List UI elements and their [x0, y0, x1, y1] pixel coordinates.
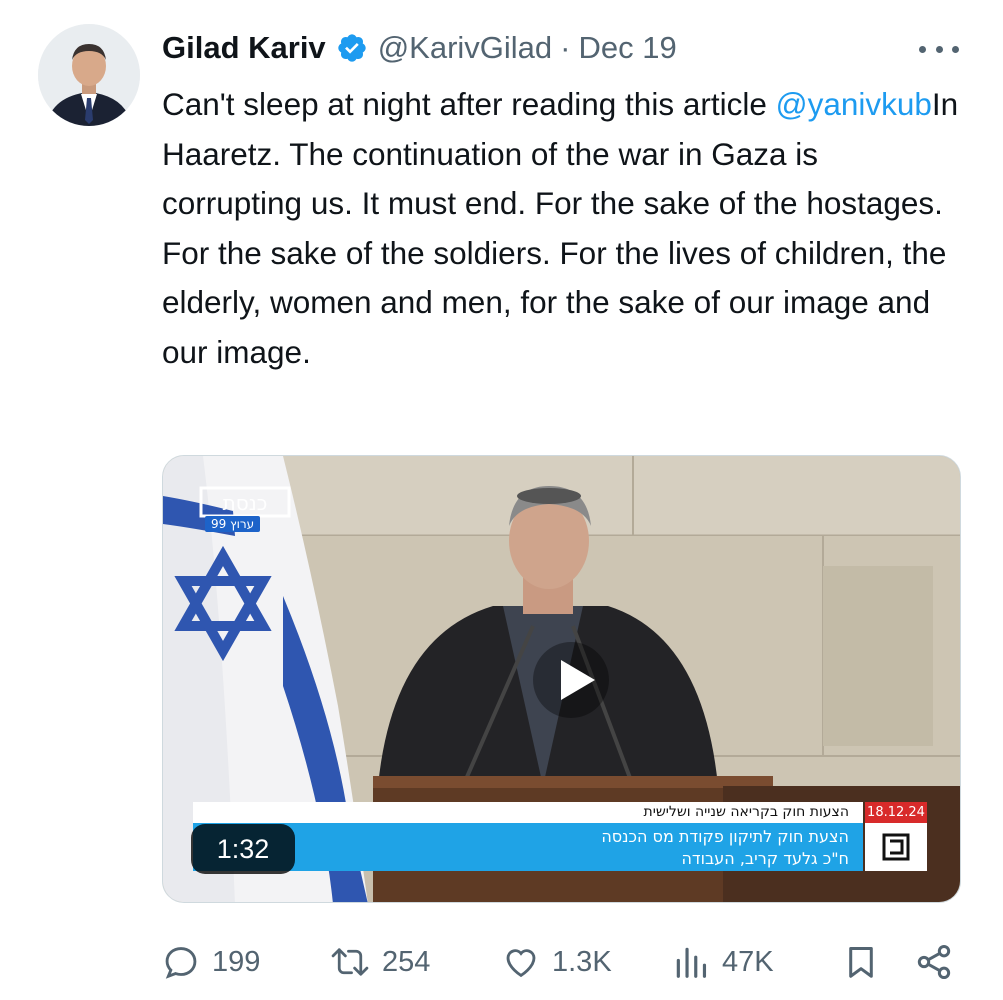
tweet-header: Gilad Kariv @KarivGilad · Dec 19 — [162, 26, 677, 70]
bookmark-icon — [842, 943, 880, 981]
views-chart-icon — [672, 943, 710, 981]
repost-button[interactable]: 254 — [330, 936, 430, 988]
mention-link[interactable]: @yanivkub — [776, 86, 932, 122]
author-handle[interactable]: @KarivGilad — [378, 30, 552, 66]
verified-badge-icon — [336, 32, 368, 64]
separator-dot: · — [560, 30, 571, 65]
tweet-text-body: In Haaretz. The continuation of the war … — [162, 86, 959, 370]
channel-tag: ערוץ 99 — [205, 516, 261, 532]
author-avatar[interactable] — [38, 24, 140, 126]
svg-text:כנסת: כנסת — [223, 491, 268, 515]
like-button[interactable]: 1.3K — [502, 936, 612, 988]
like-count: 1.3K — [552, 945, 612, 978]
reply-button[interactable]: 199 — [162, 936, 260, 988]
share-icon — [914, 942, 954, 982]
reply-count: 199 — [212, 945, 261, 978]
tweet-text: Can't sleep at night after reading this … — [162, 80, 962, 378]
repost-icon — [330, 943, 370, 981]
repost-count: 254 — [382, 945, 431, 978]
action-bar: 199 254 1.3K 47K — [162, 936, 962, 988]
author-name[interactable]: Gilad Kariv — [162, 30, 326, 66]
views-count: 47K — [722, 945, 774, 978]
video-player[interactable]: כנסת ערוץ 99 הצעות חוק בקריאה שנייה ושלי… — [162, 455, 961, 903]
video-duration: 1:32 — [191, 824, 295, 874]
channel-logo-icon — [865, 823, 927, 871]
heart-icon — [502, 943, 540, 981]
share-button[interactable] — [914, 936, 954, 988]
tweet-date[interactable]: Dec 19 — [578, 30, 676, 66]
reply-icon — [162, 943, 200, 981]
play-icon[interactable] — [533, 642, 609, 718]
bookmark-button[interactable] — [842, 936, 880, 988]
tweet-text-intro: Can't sleep at night after reading this … — [162, 86, 776, 122]
ticker-date: 18.12.24 — [865, 802, 927, 823]
more-options-icon[interactable] — [919, 34, 959, 64]
views-button[interactable]: 47K — [672, 936, 774, 988]
ticker-headline: הצעות חוק בקריאה שנייה ושלישית — [193, 802, 863, 823]
